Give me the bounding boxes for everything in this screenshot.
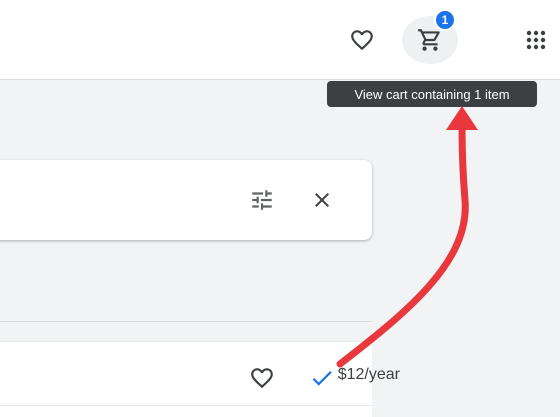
item-price: $12/year bbox=[337, 366, 400, 383]
row-divider bbox=[0, 405, 372, 406]
row-selected-button[interactable] bbox=[302, 358, 342, 398]
list-divider bbox=[0, 321, 372, 322]
top-app-bar bbox=[0, 0, 560, 80]
check-icon bbox=[312, 371, 332, 386]
row-favorite-button[interactable] bbox=[242, 358, 282, 398]
tune-icon bbox=[252, 190, 272, 210]
cart-tooltip: View cart containing 1 item bbox=[327, 81, 537, 107]
heart-outline-icon bbox=[351, 30, 373, 51]
heart-outline-icon bbox=[251, 368, 273, 389]
favorites-button[interactable] bbox=[342, 20, 382, 60]
annotation-arrow-head bbox=[446, 106, 478, 130]
cart-count-badge: 1 bbox=[434, 9, 456, 31]
filter-settings-button[interactable] bbox=[242, 180, 282, 220]
close-icon bbox=[315, 193, 329, 207]
apps-button[interactable] bbox=[516, 20, 556, 60]
shopping-cart-icon bbox=[418, 29, 440, 51]
clear-search-button[interactable] bbox=[302, 180, 342, 220]
apps-grid-icon bbox=[526, 30, 546, 50]
